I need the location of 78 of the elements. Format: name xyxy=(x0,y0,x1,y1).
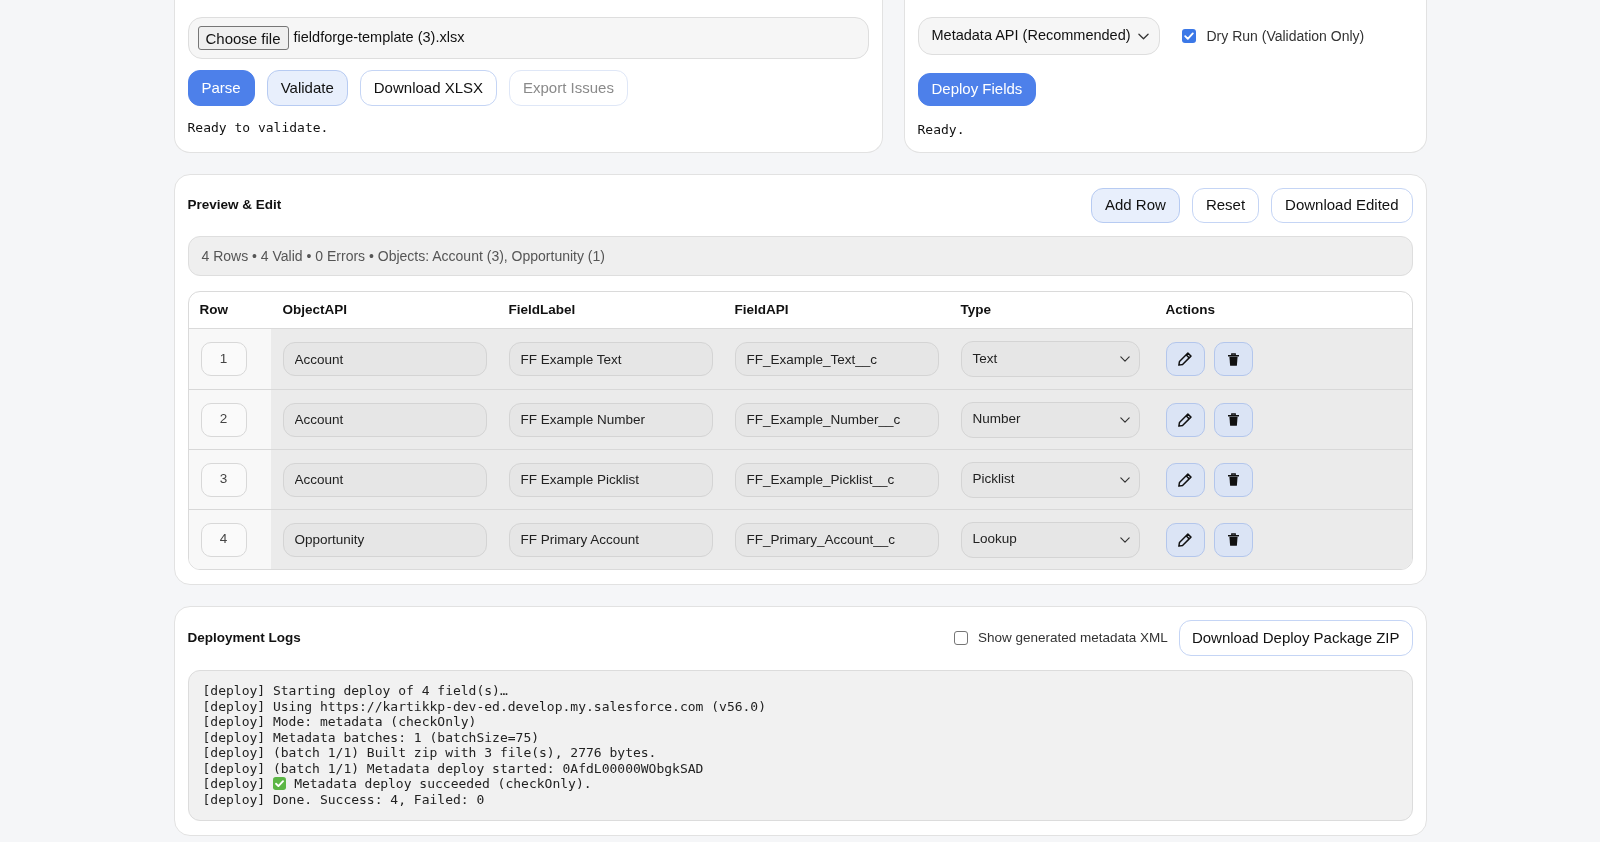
action-button[interactable]: Download XLSX xyxy=(359,70,497,106)
chevron-icon xyxy=(1119,536,1130,543)
edit-button[interactable] xyxy=(1165,522,1205,557)
row-number: 2 xyxy=(200,402,247,437)
trash-icon xyxy=(1227,533,1239,546)
log-line: [deploy] Metadata batches: 1 (batchSize=75) xyxy=(202,729,541,745)
action-button[interactable]: Validate xyxy=(266,70,348,106)
object-api-input[interactable]: Opportunity xyxy=(282,522,487,557)
download-package-button[interactable]: Download Deploy Package ZIP xyxy=(1178,620,1413,656)
row-number: 4 xyxy=(200,522,247,557)
checkbox[interactable] xyxy=(1181,29,1196,43)
edit-button[interactable] xyxy=(1165,342,1205,376)
column-header: ObjectAPI xyxy=(281,300,348,319)
file-field[interactable]: Choose file fieldforge-template (3).xlsx xyxy=(187,17,869,59)
field-label-input[interactable]: FF Primary Account xyxy=(508,522,713,557)
summary-bar: 4 Rows • 4 Valid • 0 Errors • Objects: Account (3), Opportunity (1) xyxy=(187,236,1413,276)
delete-button[interactable] xyxy=(1213,342,1253,376)
chevron-icon xyxy=(1119,356,1130,362)
log-line: [deploy] (batch 1/1) Metadata deploy started: 0AfdL00000WObgkSAD xyxy=(202,760,705,776)
delete-button[interactable] xyxy=(1213,462,1253,497)
toolbar-button[interactable]: Add Row xyxy=(1091,188,1180,223)
column-header: FieldLabel xyxy=(507,300,577,319)
field-label-input[interactable]: FF Example Text xyxy=(508,342,713,376)
column-header: Actions xyxy=(1164,300,1216,319)
field-label-input[interactable]: FF Example Number xyxy=(508,402,713,437)
type-select[interactable]: Text xyxy=(960,341,1140,377)
file-name: fieldforge-template (3).xlsx xyxy=(293,28,465,48)
delete-button[interactable] xyxy=(1213,522,1253,557)
section-title: Deployment Logs xyxy=(187,628,301,647)
row-number: 3 xyxy=(200,462,247,497)
field-label-input[interactable]: FF Example Picklist xyxy=(508,462,713,497)
object-api-input[interactable]: Account xyxy=(282,462,487,497)
object-api-input[interactable]: Account xyxy=(282,402,487,437)
checkbox-label: Dry Run (Validation Only) xyxy=(1206,26,1365,46)
row-number: 1 xyxy=(200,342,247,376)
toolbar-button[interactable]: Download Edited xyxy=(1271,188,1413,223)
delete-button[interactable] xyxy=(1213,402,1253,437)
status-text: Ready. xyxy=(917,122,966,138)
chevron-icon xyxy=(1119,416,1130,423)
chevron-icon xyxy=(1137,32,1149,40)
deploy-method-select[interactable]: Metadata API (Recommended) xyxy=(917,17,1160,55)
log-tag: [deploy] xyxy=(202,776,266,792)
chevron-icon xyxy=(1119,476,1130,483)
column-header: Row xyxy=(198,300,229,319)
action-button[interactable]: Parse xyxy=(187,70,255,106)
toolbar-button[interactable]: Reset xyxy=(1191,188,1260,223)
field-api-input[interactable]: FF_Primary_Account__c xyxy=(734,522,939,557)
log-line: [deploy] Done. Success: 4, Failed: 0 xyxy=(202,791,486,807)
checkbox-label: Show generated metadata XML xyxy=(978,628,1168,647)
trash-icon xyxy=(1227,413,1239,426)
pencil-icon xyxy=(1178,412,1192,427)
edit-button[interactable] xyxy=(1165,462,1205,497)
column-header: FieldAPI xyxy=(733,300,790,319)
trash-icon xyxy=(1227,352,1239,366)
log-line: [deploy] Starting deploy of 4 field(s)… xyxy=(202,683,509,699)
field-api-input[interactable]: FF_Example_Number__c xyxy=(734,402,939,437)
pencil-icon xyxy=(1178,352,1192,366)
check-icon xyxy=(273,777,287,791)
checkbox[interactable] xyxy=(954,631,968,645)
edit-button[interactable] xyxy=(1165,402,1205,437)
trash-icon xyxy=(1227,473,1239,486)
type-select[interactable]: Picklist xyxy=(960,461,1140,498)
log-line: [deploy] (batch 1/1) Built zip with 3 file(s), 2776 bytes. xyxy=(202,745,658,761)
status-text: Ready to validate. xyxy=(187,120,330,136)
object-api-input[interactable]: Account xyxy=(282,342,487,376)
choose-file-button[interactable]: Choose file xyxy=(197,26,289,50)
column-header: Type xyxy=(959,300,992,319)
field-api-input[interactable]: FF_Example_Picklist__c xyxy=(734,462,939,497)
log-line: [deploy] Mode: metadata (checkOnly) xyxy=(202,714,478,730)
pencil-icon xyxy=(1178,532,1192,547)
pencil-icon xyxy=(1178,472,1192,487)
deploy-fields-button[interactable]: Deploy Fields xyxy=(917,73,1037,106)
type-select[interactable]: Number xyxy=(960,401,1140,438)
log-line: [deploy] Using https://kartikkp-dev-ed.develop.my.salesforce.com (v56.0) xyxy=(202,698,768,714)
field-api-input[interactable]: FF_Example_Text__c xyxy=(734,342,939,376)
type-select[interactable]: Lookup xyxy=(960,521,1140,558)
log-message: Metadata deploy succeeded (checkOnly). xyxy=(294,776,592,792)
section-title: Preview & Edit xyxy=(187,196,282,215)
